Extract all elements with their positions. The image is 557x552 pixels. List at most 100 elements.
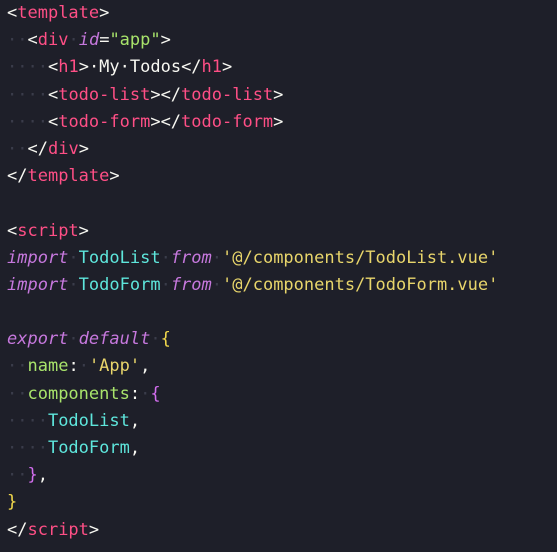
code-line: } <box>0 489 557 516</box>
whitespace-marker: ·· <box>7 356 28 377</box>
code-token: : <box>68 356 79 377</box>
code-line: </script> <box>0 517 557 544</box>
code-line: import·TodoForm·from·'@/components/TodoF… <box>0 272 557 299</box>
code-token: < <box>47 84 59 105</box>
code-line: ··components:·{ <box>0 381 557 408</box>
code-token: id <box>78 30 100 51</box>
whitespace-marker: ·· <box>7 465 28 486</box>
code-token: "app" <box>109 30 161 51</box>
code-token: > <box>273 84 284 105</box>
code-token: < <box>7 3 18 23</box>
code-token: </ <box>27 138 48 159</box>
code-token: > <box>160 30 171 51</box>
whitespace-marker: · <box>160 274 171 295</box>
code-token: } <box>7 492 18 513</box>
whitespace-marker: ···· <box>7 84 48 105</box>
code-token: template <box>17 3 100 23</box>
code-token: </ <box>7 519 28 540</box>
code-line: <script> <box>0 218 557 245</box>
code-token: > <box>222 57 233 78</box>
code-line: ····<todo-form></todo-form> <box>0 109 557 136</box>
code-token: > <box>78 57 89 78</box>
code-token: TodoList <box>78 247 161 268</box>
whitespace-marker: · <box>150 329 161 350</box>
code-line: ····<todo-list></todo-list> <box>0 82 557 109</box>
code-token: components <box>27 383 130 404</box>
code-line: ····<h1>·My·Todos</h1> <box>0 54 557 81</box>
whitespace-marker: · <box>140 383 151 404</box>
code-token: , <box>140 356 151 377</box>
code-line: </template> <box>0 163 557 190</box>
code-token: { <box>150 383 161 404</box>
whitespace-marker: ···· <box>7 410 48 431</box>
whitespace-marker: ·· <box>7 138 28 159</box>
code-line: import·TodoList·from·'@/components/TodoL… <box>0 245 557 272</box>
code-token: import <box>7 274 69 295</box>
whitespace-marker: · <box>68 247 79 268</box>
code-token: div <box>37 30 69 51</box>
code-token: from <box>170 274 212 295</box>
code-token: todo-list <box>58 84 151 105</box>
code-token: : <box>129 383 141 404</box>
whitespace-marker: ···· <box>7 57 48 78</box>
code-token: > <box>99 3 110 23</box>
whitespace-marker: · <box>160 247 171 268</box>
code-token: template <box>27 166 110 187</box>
code-token: </ <box>181 57 202 78</box>
code-token: todo-form <box>58 111 151 132</box>
code-token: TodoList <box>47 410 130 431</box>
code-line: export·default·{ <box>0 326 557 353</box>
code-token: </ <box>7 166 28 187</box>
code-token: h1 <box>58 57 79 78</box>
code-line: ··name:·'App', <box>0 353 557 380</box>
code-token: from <box>170 247 212 268</box>
whitespace-marker: ·· <box>7 30 28 51</box>
code-token: name <box>27 356 69 377</box>
code-line: ··}, <box>0 462 557 489</box>
code-token: < <box>47 57 59 78</box>
code-line: ··<div·id="app"> <box>0 27 557 54</box>
code-token: ></ <box>150 84 182 105</box>
code-line: <template> <box>0 0 557 27</box>
code-token: > <box>78 220 89 241</box>
code-token: < <box>7 220 18 241</box>
code-token: default <box>78 329 151 350</box>
code-token: script <box>17 220 79 241</box>
code-token: div <box>47 138 79 159</box>
code-line: ····TodoList, <box>0 408 557 435</box>
code-token: > <box>88 519 100 540</box>
code-line: ··</div> <box>0 136 557 163</box>
code-token: todo-form <box>181 111 274 132</box>
code-line: ····TodoForm, <box>0 435 557 462</box>
code-editor[interactable]: <template> ··<div·id="app"> ····<h1>·My·To… <box>0 0 557 552</box>
code-token: , <box>129 438 141 458</box>
whitespace-marker: ·· <box>7 383 28 404</box>
code-token: = <box>99 30 110 51</box>
code-token: > <box>109 166 120 187</box>
whitespace-marker: · <box>211 274 223 295</box>
code-token: < <box>27 30 38 51</box>
code-token: TodoForm <box>78 274 161 295</box>
code-token: '@/components/TodoList.vue' <box>222 247 499 268</box>
whitespace-marker: · <box>78 356 89 377</box>
whitespace-marker: ···· <box>7 111 48 132</box>
code-token: export <box>7 329 69 350</box>
code-token: { <box>160 329 171 350</box>
code-token: script <box>27 519 89 540</box>
code-token: ·My·Todos <box>88 57 182 78</box>
code-token: todo-list <box>181 84 274 105</box>
code-token: > <box>273 111 284 132</box>
whitespace-marker: ···· <box>7 438 48 458</box>
code-token: '@/components/TodoForm.vue' <box>222 274 499 295</box>
code-token: > <box>78 138 89 159</box>
code-token: 'App' <box>88 356 141 377</box>
code-token: , <box>37 465 48 486</box>
code-token: import <box>7 247 69 268</box>
whitespace-marker: · <box>68 30 79 51</box>
code-token: ></ <box>150 111 182 132</box>
whitespace-marker: · <box>68 329 79 350</box>
whitespace-marker: · <box>68 274 79 295</box>
code-token: , <box>129 410 141 431</box>
whitespace-marker: · <box>211 247 223 268</box>
